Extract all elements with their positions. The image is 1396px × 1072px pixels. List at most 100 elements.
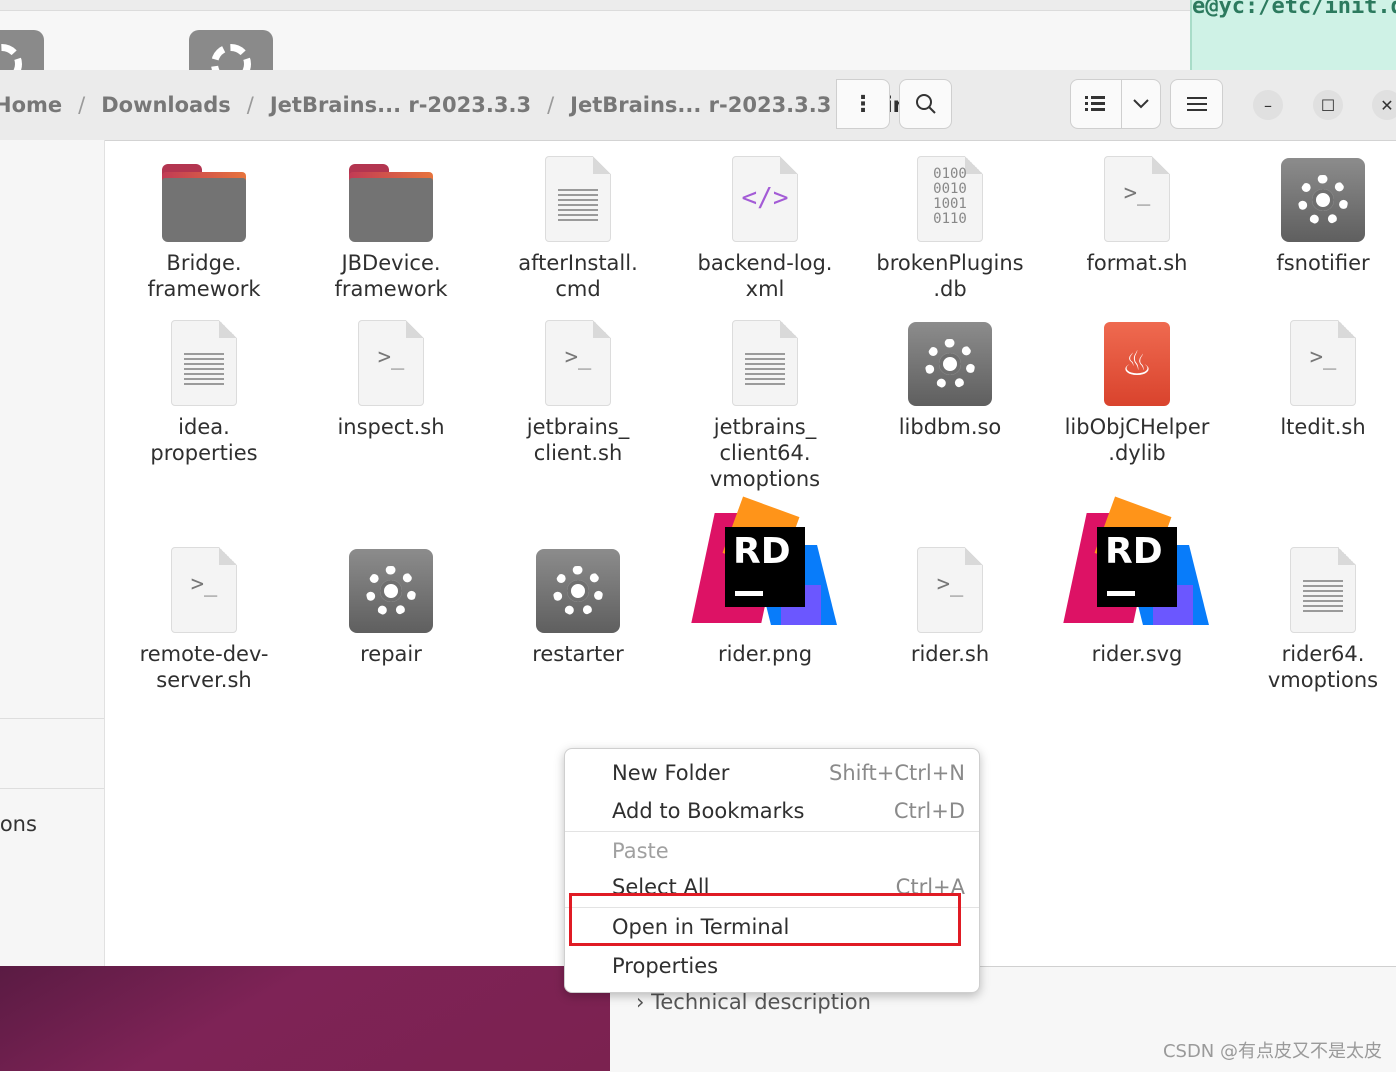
more-options-button[interactable]: ⋮ [836,79,890,129]
file-name-label: ltedit.sh [1280,415,1366,439]
background-window [0,0,1190,71]
executable-gear-icon [349,549,433,633]
xml-file-icon: </> [732,156,798,242]
sidebar-divider [0,788,104,789]
chevron-right-icon: › [636,990,645,1014]
search-button[interactable] [899,79,952,129]
executable-gear-icon [1281,158,1365,242]
vertical-dots-icon: ⋮ [852,91,874,117]
breadcrumb-separator: / [78,93,86,117]
folder-icon [162,164,246,242]
sidebar-divider [0,718,104,719]
annotation-highlight-box [569,893,961,946]
menu-item-add-to-bookmarks[interactable]: Add to Bookmarks Ctrl+D [565,793,979,831]
file-name-label: fsnotifier [1276,251,1370,275]
file-item[interactable]: idea. properties [111,320,297,466]
file-item[interactable]: RD rider.svg [1044,496,1230,667]
background-window-titlebar [0,0,1190,11]
menu-item-shortcut: Ctrl+D [893,799,965,823]
terminal-prompt-text: e@yc:/etc/init.d [1192,0,1396,19]
background-gear-icon [189,30,273,70]
file-name-label: libdbm.so [898,415,1002,439]
file-item[interactable]: JBDevice. framework [298,156,484,302]
file-name-label: format.sh [1086,251,1188,275]
menu-item-properties[interactable]: Properties [565,948,979,986]
menu-item-paste[interactable]: Paste [565,833,979,871]
file-item[interactable]: repair [298,505,484,667]
sidebar-item-label[interactable]: ions [0,812,37,836]
breadcrumb-separator: / [547,93,555,117]
main-menu-button[interactable] [1170,79,1223,129]
menu-item-new-folder[interactable]: New Folder Shift+Ctrl+N [565,755,979,793]
file-item[interactable]: rider64. vmoptions [1230,505,1396,693]
file-name-label: repair [360,642,422,666]
file-item[interactable]: restarter [485,505,671,667]
file-name-label: remote-dev- server.sh [139,642,269,692]
menu-separator [565,831,979,832]
maximize-button[interactable]: ☐ [1313,90,1343,120]
file-item[interactable]: ♨ libObjCHelper .dylib [1044,320,1230,466]
file-item[interactable]: >_ rider.sh [857,505,1043,667]
file-name-label: brokenPlugins .db [876,251,1024,301]
file-item[interactable]: >_ remote-dev- server.sh [111,505,297,693]
file-item[interactable]: 0100 0010 1001 0110 brokenPlugins .db [857,156,1043,302]
file-item[interactable]: >_ ltedit.sh [1230,320,1396,440]
watermark-text: CSDN @有点皮又不是太皮 [1162,1041,1382,1062]
file-name-label: jetbrains_ client64. vmoptions [709,415,821,491]
file-item[interactable]: >_ inspect.sh [298,320,484,440]
folder-icon [349,164,433,242]
java-icon: ♨ [1104,322,1170,406]
menu-item-label: Paste [612,839,669,863]
file-item[interactable]: fsnotifier [1230,156,1396,276]
chevron-down-icon [1133,99,1149,109]
sidebar: ions [0,140,105,966]
file-item[interactable]: RD rider.png [672,496,858,667]
minimize-button[interactable]: – [1253,90,1283,120]
close-icon: ✕ [1380,95,1394,115]
script-file-icon: >_ [171,547,237,633]
menu-item-label: Properties [612,954,719,978]
script-file-icon: >_ [917,547,983,633]
breadcrumb-jetbrains-2[interactable]: JetBrains... r-2023.3.3 [570,93,831,117]
file-name-label: jetbrains_ client.sh [526,415,630,465]
script-file-icon: >_ [1290,320,1356,406]
hamburger-menu-icon [1186,97,1207,111]
file-item[interactable]: </> backend-log. xml [672,156,858,302]
close-button[interactable]: ✕ [1372,90,1396,120]
file-name-label: restarter [532,642,624,666]
breadcrumb: Home / Downloads / JetBrains... r-2023.3… [0,70,908,140]
file-name-label: rider.sh [910,642,990,666]
file-item[interactable]: >_ jetbrains_ client.sh [485,320,671,466]
file-item[interactable]: jetbrains_ client64. vmoptions [672,320,858,492]
menu-item-shortcut: Shift+Ctrl+N [829,761,965,785]
breadcrumb-separator: / [246,93,254,117]
file-item[interactable]: libdbm.so [857,320,1043,440]
view-options-dropdown[interactable] [1121,79,1161,129]
breadcrumb-downloads[interactable]: Downloads [101,93,231,117]
script-file-icon: >_ [545,320,611,406]
menu-item-label: Add to Bookmarks [612,799,805,823]
terminal-window-edge[interactable]: e@yc:/etc/init.d [1190,0,1396,70]
file-item[interactable]: Bridge. framework [111,156,297,302]
minimize-icon: – [1264,95,1272,115]
file-item[interactable]: >_ format.sh [1044,156,1230,276]
binary-file-icon: 0100 0010 1001 0110 [917,156,983,242]
file-name-label: JBDevice. framework [334,251,448,301]
file-name-label: inspect.sh [337,415,445,439]
script-file-icon: >_ [1104,156,1170,242]
search-icon [915,94,936,114]
executable-gear-icon [908,322,992,406]
technical-description-expander[interactable]: › Technical description [636,990,871,1014]
list-view-icon [1085,96,1105,111]
file-name-label: rider.svg [1091,642,1183,666]
technical-description-label: Technical description [651,990,871,1014]
desktop-background [0,966,610,1071]
background-gear-icon [0,30,44,70]
breadcrumb-home[interactable]: Home [0,93,62,117]
list-view-button[interactable] [1070,79,1122,129]
breadcrumb-jetbrains-1[interactable]: JetBrains... r-2023.3.3 [270,93,531,117]
file-name-label: libObjCHelper .dylib [1064,415,1210,465]
file-name-label: backend-log. xml [697,251,833,301]
file-name-label: rider64. vmoptions [1267,642,1379,692]
file-item[interactable]: afterInstall. cmd [485,156,671,302]
